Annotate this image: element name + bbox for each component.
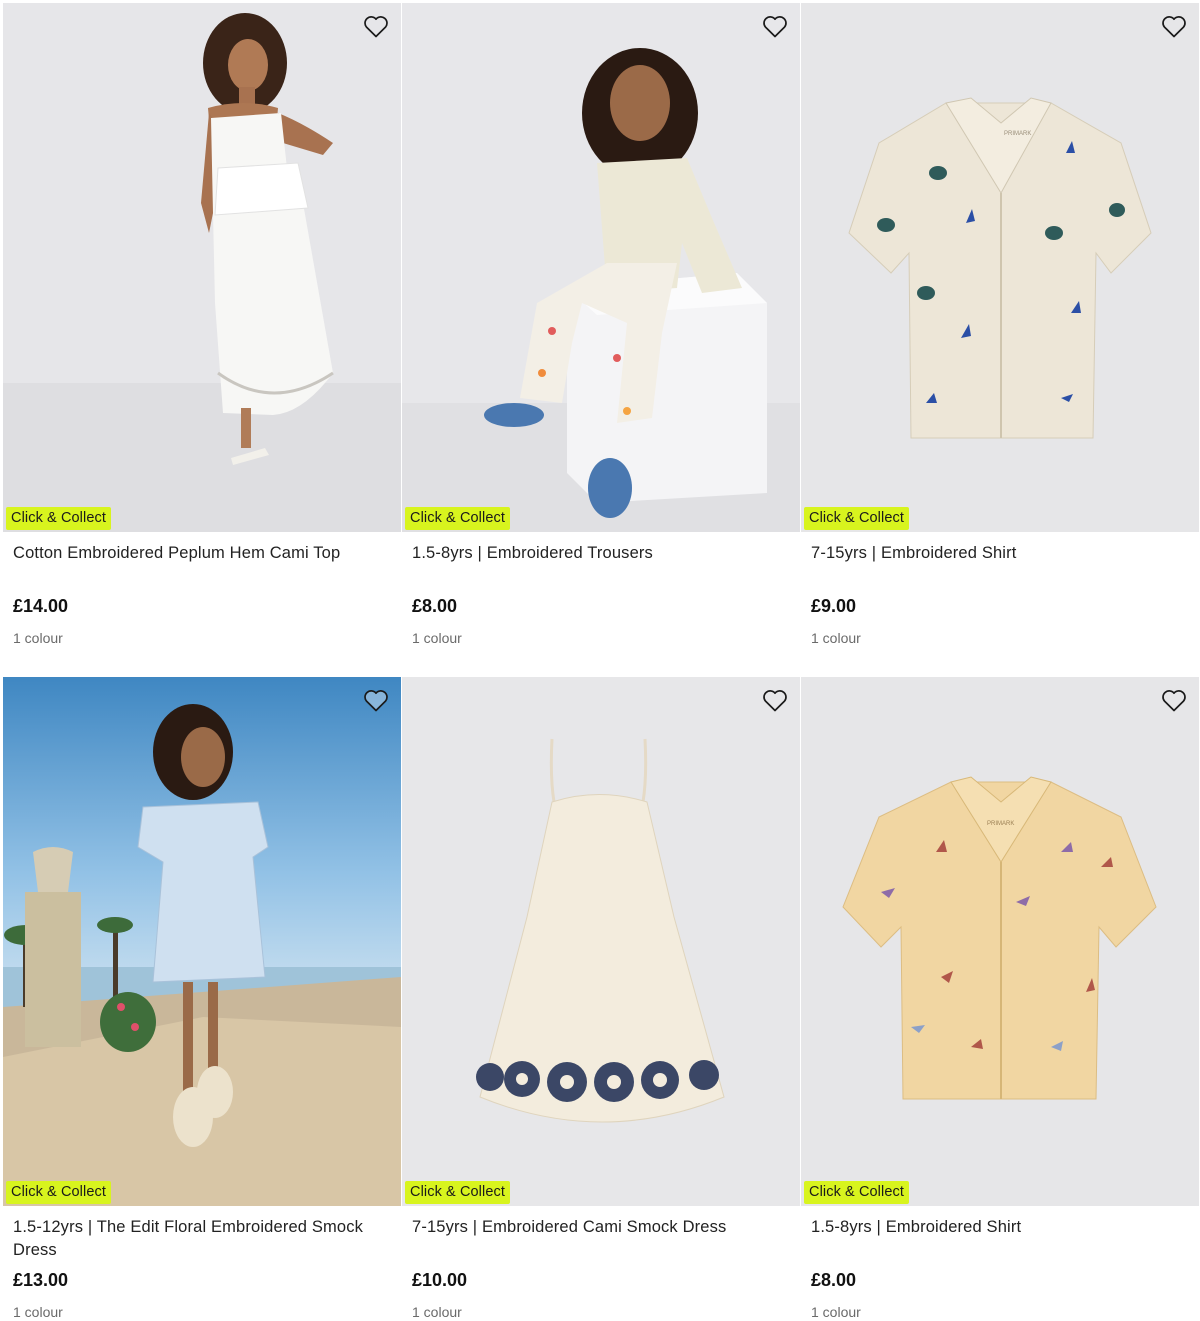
wishlist-heart-icon[interactable] xyxy=(1161,15,1187,39)
colour-count: 1 colour xyxy=(811,1304,861,1320)
product-title[interactable]: 1.5-12yrs | The Edit Floral Embroidered … xyxy=(13,1216,391,1262)
product-title[interactable]: 1.5-8yrs | Embroidered Shirt xyxy=(811,1216,1189,1262)
cream-cami-smock-dress-photo xyxy=(402,677,800,1206)
colour-count: 1 colour xyxy=(412,630,462,646)
product-title[interactable]: Cotton Embroidered Peplum Hem Cami Top xyxy=(13,542,391,588)
product-image[interactable]: Click & Collect xyxy=(402,3,800,532)
product-image[interactable]: Click & Collect xyxy=(3,677,401,1206)
product-title[interactable]: 7-15yrs | Embroidered Shirt xyxy=(811,542,1189,588)
product-title[interactable]: 7-15yrs | Embroidered Cami Smock Dress xyxy=(412,1216,790,1262)
cream-embroidered-shirt-photo: PRIMARK xyxy=(801,3,1199,532)
yellow-embroidered-shirt-photo: PRIMARK xyxy=(801,677,1199,1206)
click-collect-badge: Click & Collect xyxy=(804,1181,909,1204)
product-image[interactable]: PRIMARK Click & Collect xyxy=(801,677,1199,1206)
child-blue-smock-dress-photo xyxy=(3,677,401,1206)
product-card[interactable]: Click & Collect 7-15yrs | Embroidered Ca… xyxy=(402,677,800,1320)
click-collect-badge: Click & Collect xyxy=(6,1181,111,1204)
wishlist-heart-icon[interactable] xyxy=(363,689,389,713)
shirt-label-text: PRIMARK xyxy=(1004,131,1031,137)
product-image[interactable]: Click & Collect xyxy=(402,677,800,1206)
product-image[interactable]: PRIMARK Click & Collect xyxy=(801,3,1199,532)
colour-count: 1 colour xyxy=(13,630,63,646)
shirt-label-text: PRIMARK xyxy=(987,821,1014,827)
woman-white-dress-photo xyxy=(3,3,401,532)
click-collect-badge: Click & Collect xyxy=(6,507,111,530)
product-grid: Click & Collect Cotton Embroidered Peplu… xyxy=(0,0,1200,1321)
product-price: £9.00 xyxy=(811,596,857,616)
colour-count: 1 colour xyxy=(412,1304,462,1320)
wishlist-heart-icon[interactable] xyxy=(1161,689,1187,713)
wishlist-heart-icon[interactable] xyxy=(363,15,389,39)
colour-count: 1 colour xyxy=(13,1304,63,1320)
click-collect-badge: Click & Collect xyxy=(405,1181,510,1204)
product-price: £10.00 xyxy=(412,1270,468,1290)
product-card[interactable]: Click & Collect Cotton Embroidered Peplu… xyxy=(3,3,401,646)
product-price: £8.00 xyxy=(412,596,458,616)
child-embroidered-trousers-photo xyxy=(402,3,800,532)
click-collect-badge: Click & Collect xyxy=(804,507,909,530)
product-card[interactable]: PRIMARK Click & Collect 1.5-8yrs | Embro… xyxy=(801,677,1199,1320)
product-card[interactable]: Click & Collect 1.5-12yrs | The Edit Flo… xyxy=(3,677,401,1320)
product-card[interactable]: Click & Collect 1.5-8yrs | Embroidered T… xyxy=(402,3,800,646)
colour-count: 1 colour xyxy=(811,630,861,646)
product-price: £14.00 xyxy=(13,596,69,616)
product-image[interactable]: Click & Collect xyxy=(3,3,401,532)
product-card[interactable]: PRIMARK Click & Collect 7-15yrs | Embroi… xyxy=(801,3,1199,646)
wishlist-heart-icon[interactable] xyxy=(762,15,788,39)
product-price: £8.00 xyxy=(811,1270,857,1290)
product-title[interactable]: 1.5-8yrs | Embroidered Trousers xyxy=(412,542,790,588)
product-price: £13.00 xyxy=(13,1270,69,1290)
wishlist-heart-icon[interactable] xyxy=(762,689,788,713)
click-collect-badge: Click & Collect xyxy=(405,507,510,530)
